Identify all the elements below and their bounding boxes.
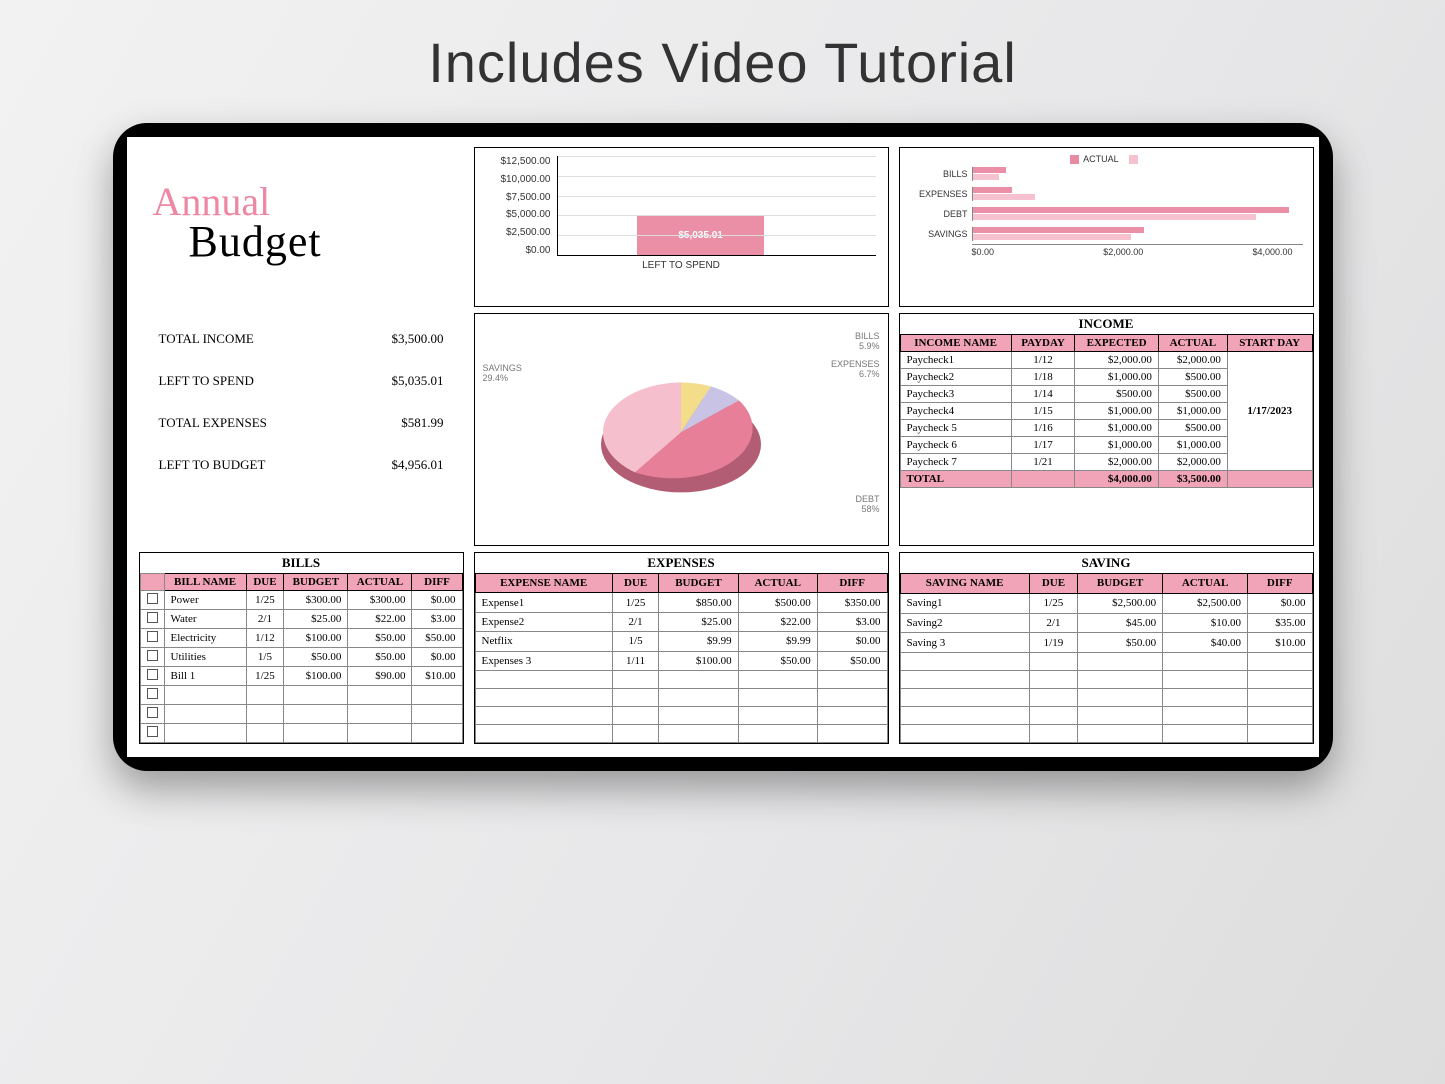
hbar-category: BILLS — [910, 169, 972, 179]
table-row — [140, 705, 462, 724]
actual-hbar-chart: ACTUAL BILLS EXPENSES DEBT SAVINGS $0.00$2,… — [899, 147, 1314, 307]
row-checkbox[interactable] — [147, 631, 158, 642]
hbar-legend: ACTUAL — [910, 154, 1303, 164]
left-to-spend-chart: $12,500.00$10,000.00$7,500.00$5,000.00$2… — [474, 147, 889, 307]
hbar-category: DEBT — [910, 209, 972, 219]
table-row — [475, 725, 887, 743]
table-row: Expenses 31/11$100.00$50.00$50.00 — [475, 651, 887, 670]
income-title: INCOME — [900, 314, 1313, 334]
col-header: BUDGET — [1078, 574, 1163, 594]
col-header: DUE — [246, 574, 284, 591]
expenses-title: EXPENSES — [475, 553, 888, 573]
row-checkbox[interactable] — [147, 650, 158, 661]
expenses-table: EXPENSE NAMEDUEBUDGETACTUALDIFFExpense11… — [475, 573, 888, 743]
summary-value: $4,956.01 — [392, 457, 444, 473]
logo-panel: Annual Budget — [139, 147, 464, 307]
table-row — [900, 653, 1312, 671]
table-row — [900, 671, 1312, 689]
hbar-x-ticks: $0.00$2,000.00$4,000.00 — [972, 244, 1303, 257]
col-header: DUE — [1029, 574, 1078, 594]
saving-panel: SAVING SAVING NAMEDUEBUDGETACTUALDIFFSav… — [899, 552, 1314, 744]
summary-label: TOTAL INCOME — [159, 331, 254, 347]
summary-value: $5,035.01 — [392, 373, 444, 389]
table-row: Netflix1/5$9.99$9.99$0.00 — [475, 632, 887, 651]
spreadsheet-screen: Annual Budget $12,500.00$10,000.00$7,500… — [127, 137, 1319, 757]
page-headline: Includes Video Tutorial — [428, 30, 1017, 95]
row-checkbox[interactable] — [147, 726, 158, 737]
tablet-frame: Annual Budget $12,500.00$10,000.00$7,500… — [113, 123, 1333, 771]
table-row — [900, 725, 1312, 743]
income-table: INCOME NAMEPAYDAYEXPECTEDACTUALSTART DAY… — [900, 334, 1313, 488]
income-header: START DAY — [1227, 335, 1312, 352]
summary-label: LEFT TO SPEND — [159, 373, 254, 389]
summary-label: LEFT TO BUDGET — [159, 457, 266, 473]
logo-serif: Budget — [189, 216, 464, 267]
summary-value: $3,500.00 — [392, 331, 444, 347]
table-row: Expense11/25$850.00$500.00$350.00 — [475, 593, 887, 612]
table-row — [475, 671, 887, 689]
hbar-category: EXPENSES — [910, 189, 972, 199]
bar-x-label: LEFT TO SPEND — [487, 260, 876, 271]
table-row: Saving11/25$2,500.00$2,500.00$0.00 — [900, 593, 1312, 613]
pie-chart: SAVINGS29.4% BILLS5.9% EXPENSES6.7% DEBT… — [474, 313, 889, 546]
table-row: Paycheck11/12$2,000.00$2,000.001/17/2023 — [900, 352, 1312, 369]
col-header: ACTUAL — [1163, 574, 1248, 594]
income-header: PAYDAY — [1011, 335, 1075, 352]
income-header: INCOME NAME — [900, 335, 1011, 352]
col-header: ACTUAL — [738, 574, 817, 593]
table-row — [140, 686, 462, 705]
income-total-row: TOTAL$4,000.00$3,500.00 — [900, 471, 1312, 488]
bills-panel: BILLS BILL NAMEDUEBUDGETACTUALDIFFPower1… — [139, 552, 464, 744]
col-header: DIFF — [1248, 574, 1312, 594]
table-row — [900, 689, 1312, 707]
pie-label-bills: BILLS5.9% — [855, 332, 880, 352]
income-table-panel: INCOME INCOME NAMEPAYDAYEXPECTEDACTUALST… — [899, 313, 1314, 546]
table-row — [140, 724, 462, 743]
row-checkbox[interactable] — [147, 669, 158, 680]
table-row: Electricity1/12$100.00$50.00$50.00 — [140, 629, 462, 648]
table-row: Utilities1/5$50.00$50.00$0.00 — [140, 648, 462, 667]
pie-label-debt: DEBT58% — [855, 495, 879, 515]
bar-y-ticks: $12,500.00$10,000.00$7,500.00$5,000.00$2… — [487, 156, 551, 256]
row-checkbox[interactable] — [147, 688, 158, 699]
col-header: ACTUAL — [348, 574, 412, 591]
summary-value: $581.99 — [401, 415, 443, 431]
income-header: ACTUAL — [1158, 335, 1227, 352]
table-row: Power1/25$300.00$300.00$0.00 — [140, 591, 462, 610]
bills-title: BILLS — [140, 553, 463, 573]
logo-script: Annual — [153, 188, 464, 216]
table-row — [475, 707, 887, 725]
col-header: DUE — [612, 574, 659, 593]
income-header: EXPECTED — [1075, 335, 1158, 352]
saving-title: SAVING — [900, 553, 1313, 573]
income-start-day: 1/17/2023 — [1227, 352, 1312, 471]
summary-panel: TOTAL INCOME $3,500.00 LEFT TO SPEND $5,035… — [139, 313, 464, 546]
table-row: Bill 11/25$100.00$90.00$10.00 — [140, 667, 462, 686]
col-header: DIFF — [817, 574, 887, 593]
table-row: Saving 31/19$50.00$40.00$10.00 — [900, 633, 1312, 653]
col-header: BILL NAME — [164, 574, 246, 591]
saving-table: SAVING NAMEDUEBUDGETACTUALDIFFSaving11/2… — [900, 573, 1313, 743]
table-row: Saving22/1$45.00$10.00$35.00 — [900, 613, 1312, 633]
summary-label: TOTAL EXPENSES — [159, 415, 267, 431]
bills-table: BILL NAMEDUEBUDGETACTUALDIFFPower1/25$30… — [140, 573, 463, 743]
col-header: SAVING NAME — [900, 574, 1029, 594]
pie-label-expenses: EXPENSES6.7% — [831, 360, 880, 380]
table-row — [900, 707, 1312, 725]
col-header: BUDGET — [284, 574, 348, 591]
expenses-panel: EXPENSES EXPENSE NAMEDUEBUDGETACTUALDIFF… — [474, 552, 889, 744]
pie-label-savings: SAVINGS29.4% — [483, 364, 522, 384]
table-row: Water2/1$25.00$22.00$3.00 — [140, 610, 462, 629]
row-checkbox[interactable] — [147, 593, 158, 604]
table-row: Expense22/1$25.00$22.00$3.00 — [475, 612, 887, 631]
row-checkbox[interactable] — [147, 707, 158, 718]
table-row — [475, 689, 887, 707]
col-header: BUDGET — [659, 574, 738, 593]
hbar-category: SAVINGS — [910, 229, 972, 239]
col-header: EXPENSE NAME — [475, 574, 612, 593]
row-checkbox[interactable] — [147, 612, 158, 623]
col-header: DIFF — [412, 574, 462, 591]
